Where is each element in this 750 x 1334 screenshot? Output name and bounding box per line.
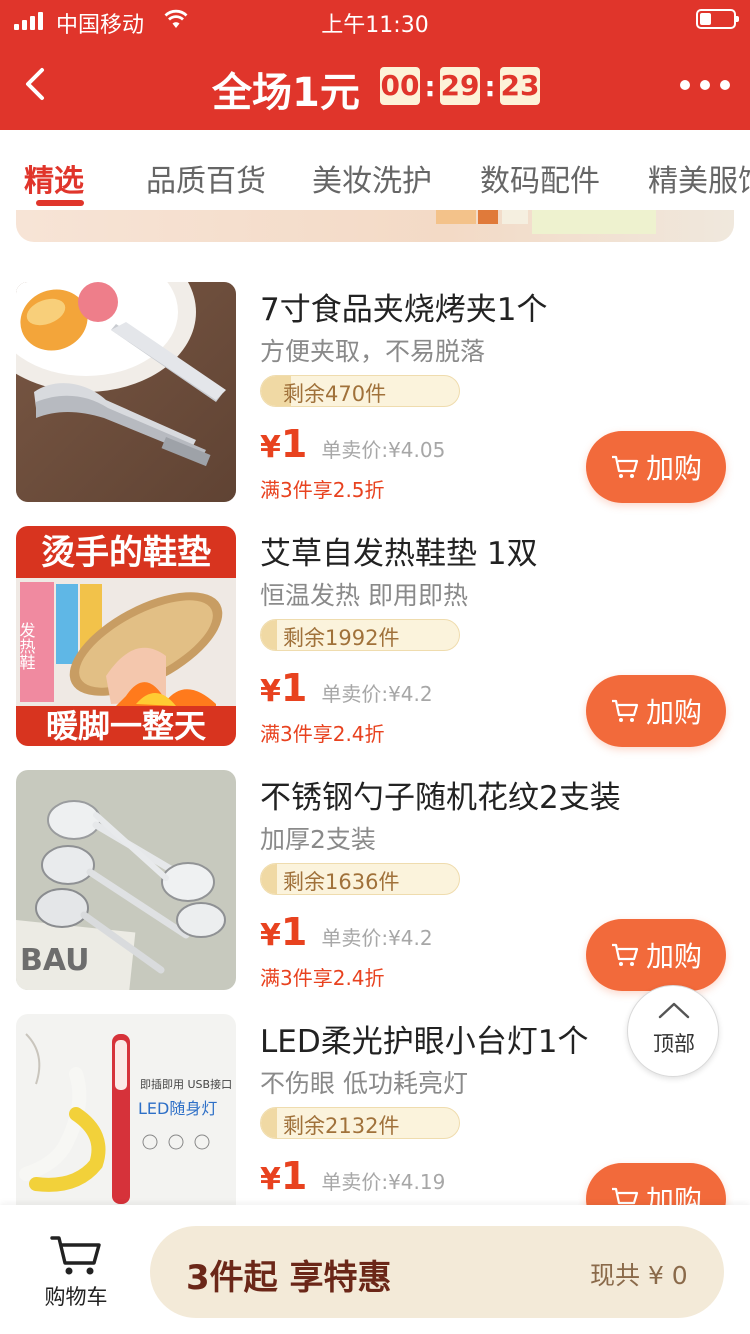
promo-banner[interactable] [16,210,734,242]
single-price: ¥4.19 [388,1170,446,1194]
single-price: ¥4.2 [388,926,433,950]
price-row: ¥ 1 单卖价: ¥4.2 [260,910,433,954]
stock-remaining-label: 剩余2132件 [283,1114,400,1138]
product-title[interactable]: 艾草自发热鞋垫 1双 [260,528,538,573]
checkout-bar[interactable]: 3件起 享特惠 现共 ¥ 0 [150,1226,724,1318]
image-print-text: BAU [20,943,90,978]
countdown-seconds: 23 [500,67,540,105]
stock-fill [261,1108,277,1138]
stock-remaining-bar: 剩余470件 [260,375,460,407]
countdown-separator: : [424,69,436,103]
single-price-label: 单卖价: [321,926,389,950]
countdown-minutes: 29 [440,67,480,105]
sale-price: 1 [280,1154,308,1198]
single-price-label: 单卖价: [321,1170,389,1194]
product-card: 7寸食品夹烧烤夹1个 方便夹取，不易脱落 剩余470件 ¥ 1 单卖价: ¥4.… [0,260,750,504]
product-image[interactable] [16,282,236,502]
image-caption-line1: 即插即用 USB接口 [140,1077,232,1091]
price-row: ¥ 1 单卖价: ¥4.2 [260,666,433,710]
stock-remaining-bar: 剩余1636件 [260,863,460,895]
stock-fill [261,864,277,894]
product-subtitle: 加厚2支装 [260,825,376,854]
product-title[interactable]: LED柔光护眼小台灯1个 [260,1016,588,1061]
add-to-cart-label: 加购 [645,940,702,973]
product-image[interactable]: 烫手的鞋垫 发热鞋 暖脚一整天 [16,526,236,746]
image-caption-bottom: 暖脚一整天 [46,707,206,745]
cart-icon [611,455,639,478]
more-menu-icon[interactable] [680,80,730,94]
add-to-cart-button[interactable]: 加购 [586,675,726,747]
add-to-cart-button[interactable]: 加购 [586,1163,726,1205]
sale-price: 1 [280,422,308,466]
nav-bar: 全场1元 00 : 29 : 23 [0,40,750,130]
countdown-separator: : [484,69,496,103]
countdown-hours: 00 [380,67,420,105]
sale-price: 1 [280,666,308,710]
bulk-discount-text: 满3件享2.4折 [260,966,385,990]
cart-total: 现共 ¥ 0 [590,1261,688,1290]
tab-featured[interactable]: 精选 [24,156,84,200]
image-pack-text: 发热鞋 [17,622,36,670]
add-to-cart-label: 加购 [645,1184,702,1205]
tab-quality-goods[interactable]: 品质百货 [146,156,266,200]
single-price: ¥4.05 [388,438,446,462]
price-row: ¥ 1 单卖价: ¥4.19 [260,1154,445,1198]
product-subtitle: 不伤眼 低功耗亮灯 [260,1069,468,1098]
tab-beauty-care[interactable]: 美妆洗护 [312,156,432,200]
stock-remaining-label: 剩余470件 [283,382,387,406]
page-title: 全场1元 [212,70,360,116]
currency-symbol: ¥ [260,430,281,465]
cart-icon [611,699,639,722]
stock-fill [261,620,277,650]
price-row: ¥ 1 单卖价: ¥4.05 [260,422,445,466]
add-to-cart-label: 加购 [645,452,702,485]
back-arrow-icon[interactable] [16,62,60,106]
product-card: BAU 不锈钢勺子随机花纹2支装 加厚2支装 剩余1636件 ¥ 1 单卖价: … [0,748,750,992]
cart-icon [611,943,639,966]
currency-symbol: ¥ [260,1162,281,1197]
product-title[interactable]: 7寸食品夹烧烤夹1个 [260,284,547,329]
single-price-label: 单卖价: [321,682,389,706]
image-caption-top: 烫手的鞋垫 [41,533,211,573]
bulk-discount-text: 满3件享2.4折 [260,722,385,746]
product-subtitle: 方便夹取，不易脱落 [260,337,486,366]
back-to-top-button[interactable]: 顶部 [627,985,719,1077]
add-to-cart-button[interactable]: 加购 [586,919,726,991]
stock-remaining-label: 剩余1992件 [283,626,400,650]
single-price: ¥4.2 [388,682,433,706]
back-to-top-label: 顶部 [653,1032,695,1056]
battery-icon [696,9,739,29]
product-subtitle: 恒温发热 即用即热 [260,581,468,610]
currency-symbol: ¥ [260,674,281,709]
add-to-cart-button[interactable]: 加购 [586,431,726,503]
cart-label: 购物车 [44,1285,108,1309]
product-title[interactable]: 不锈钢勺子随机花纹2支装 [260,772,621,817]
add-to-cart-label: 加购 [645,696,702,729]
countdown-timer: 00 : 29 : 23 [380,67,540,105]
status-bar: 中国移动 上午11:30 [0,0,750,40]
tab-active-indicator [36,200,84,206]
bottom-bar: 购物车 3件起 享特惠 现共 ¥ 0 [0,1205,750,1334]
tab-apparel[interactable]: 精美服饰 [648,156,750,200]
product-card: 烫手的鞋垫 发热鞋 暖脚一整天 艾草自发热鞋垫 1双 恒温发热 即用即热 剩余1… [0,504,750,748]
product-image[interactable]: BAU [16,770,236,990]
sale-price: 1 [280,910,308,954]
stock-remaining-label: 剩余1636件 [283,870,400,894]
bulk-discount-text: 满3件享2.5折 [260,478,385,502]
stock-remaining-bar: 剩余2132件 [260,1107,460,1139]
status-time: 上午11:30 [321,13,429,38]
category-tabs: 精选 品质百货 美妆洗护 数码配件 精美服饰 [0,130,750,210]
chevron-up-icon [658,1002,690,1019]
cart-button[interactable]: 购物车 [36,1233,116,1313]
product-list: 7寸食品夹烧烤夹1个 方便夹取，不易脱落 剩余470件 ¥ 1 单卖价: ¥4.… [0,260,750,1205]
single-price-label: 单卖价: [321,438,389,462]
stock-remaining-bar: 剩余1992件 [260,619,460,651]
shopping-cart-icon [50,1236,101,1275]
tab-digital-accessories[interactable]: 数码配件 [480,156,600,200]
currency-symbol: ¥ [260,918,281,953]
checkout-cta: 3件起 享特惠 [186,1258,392,1298]
cart-icon [611,1187,639,1205]
image-caption-line2: LED随身灯 [138,1099,217,1118]
product-image[interactable]: 即插即用 USB接口 LED随身灯 [16,1014,236,1205]
